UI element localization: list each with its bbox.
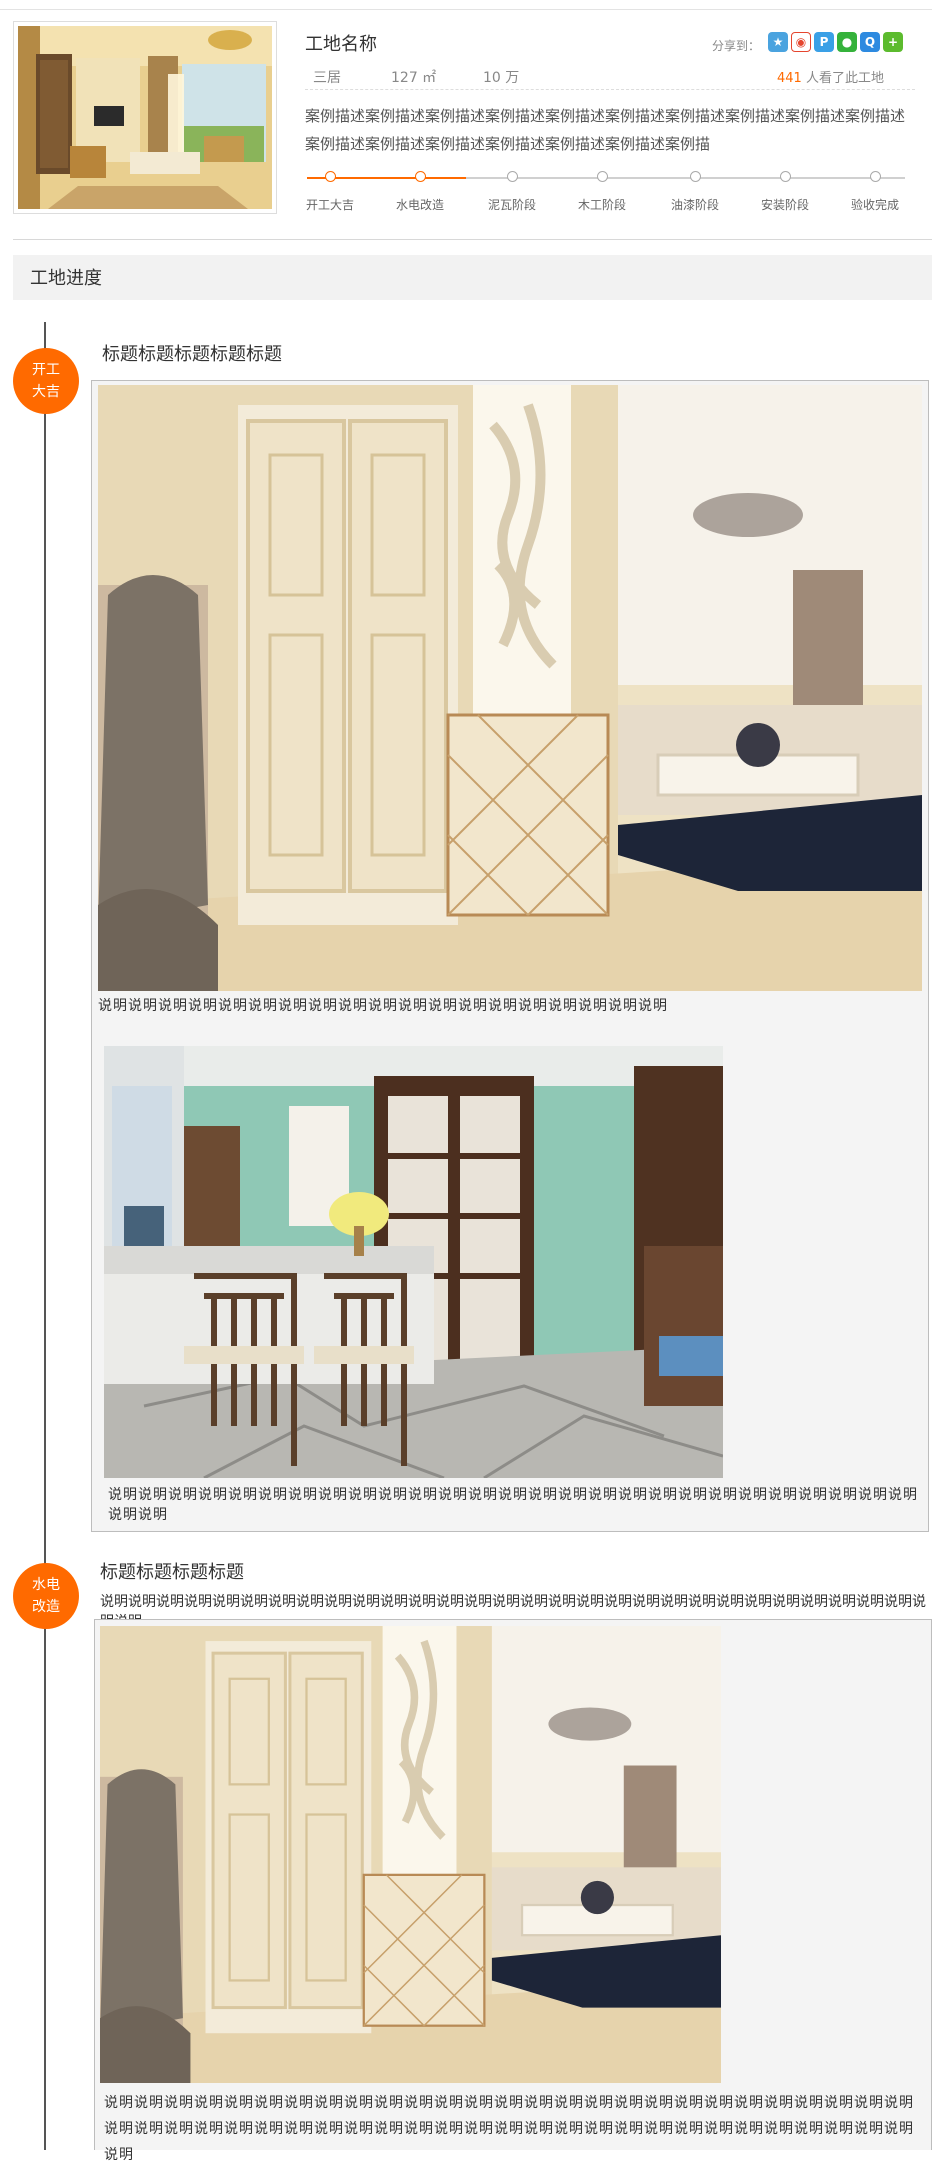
progress-step-dot bbox=[415, 171, 426, 182]
progress-section-title: 工地进度 bbox=[30, 268, 102, 289]
progress-step-label[interactable]: 验收完成 bbox=[851, 196, 899, 213]
site-thumbnail[interactable] bbox=[18, 26, 272, 209]
entry-title: 标题标题标题标题 bbox=[100, 1562, 244, 1583]
progress-step-label[interactable]: 安装阶段 bbox=[761, 196, 809, 213]
photo-caption: 说明说明说明说明说明说明说明说明说明说明说明说明说明说明说明说明说明说明说明 bbox=[98, 998, 668, 1014]
views-count: 441 bbox=[777, 71, 802, 86]
site-name: 工地名称 bbox=[305, 34, 377, 55]
stage-badge-start: 开工 大吉 bbox=[13, 348, 79, 414]
progress-section-bar bbox=[13, 255, 932, 300]
entry-photo[interactable] bbox=[100, 1626, 721, 2083]
progress-step-label[interactable]: 开工大吉 bbox=[306, 196, 354, 213]
share-icons: ★ ◉ P ● Q + bbox=[768, 32, 903, 52]
more-share-icon[interactable]: + bbox=[883, 32, 903, 52]
pengyou-icon[interactable]: P bbox=[814, 32, 834, 52]
progress-step-dot bbox=[325, 171, 336, 182]
budget: 10 万 bbox=[483, 70, 520, 86]
stage-badge-plumbing: 水电 改造 bbox=[13, 1563, 79, 1629]
progress-step-dot bbox=[780, 171, 791, 182]
qzone-icon[interactable]: ★ bbox=[768, 32, 788, 52]
layout-type: 三居 bbox=[313, 70, 341, 86]
progress-step-label[interactable]: 木工阶段 bbox=[578, 196, 626, 213]
progress-step-dot bbox=[507, 171, 518, 182]
photo-caption: 说明说明说明说明说明说明说明说明说明说明说明说明说明说明说明说明说明说明说明说明… bbox=[104, 2095, 914, 2163]
progress-step-dot bbox=[690, 171, 701, 182]
photo-caption: 说明说明说明说明说明说明说明说明说明说明说明说明说明说明说明说明说明说明说明说明… bbox=[108, 1487, 918, 1523]
stage-badge-line: 大吉 bbox=[32, 384, 60, 400]
weibo-icon[interactable]: ◉ bbox=[791, 32, 811, 52]
views-suffix: 人看了此工地 bbox=[801, 71, 884, 86]
stage-badge-line: 开工 bbox=[32, 362, 60, 378]
timeline-line bbox=[44, 322, 46, 2150]
progress-step-dot bbox=[597, 171, 608, 182]
stage-badge-line: 水电 bbox=[32, 1577, 60, 1593]
stage-badge-line: 改造 bbox=[32, 1599, 60, 1615]
progress-step-label[interactable]: 水电改造 bbox=[396, 196, 444, 213]
header-divider bbox=[13, 239, 932, 240]
top-divider bbox=[0, 9, 932, 10]
progress-step-label[interactable]: 泥瓦阶段 bbox=[488, 196, 536, 213]
views-text: 441 人看了此工地 bbox=[777, 67, 884, 86]
entry-photo[interactable] bbox=[98, 385, 922, 991]
entry-photo[interactable] bbox=[104, 1046, 723, 1478]
meta-divider bbox=[305, 89, 915, 90]
progress-step-label[interactable]: 油漆阶段 bbox=[671, 196, 719, 213]
share-label: 分享到： bbox=[712, 39, 761, 53]
qq-icon[interactable]: Q bbox=[860, 32, 880, 52]
wechat-icon[interactable]: ● bbox=[837, 32, 857, 52]
floor-area: 127 ㎡ bbox=[391, 70, 437, 86]
progress-step-dot bbox=[870, 171, 881, 182]
entry-title: 标题标题标题标题标题 bbox=[102, 344, 282, 365]
site-description: 案例描述案例描述案例描述案例描述案例描述案例描述案例描述案例描述案例描述案例描述… bbox=[305, 107, 906, 153]
